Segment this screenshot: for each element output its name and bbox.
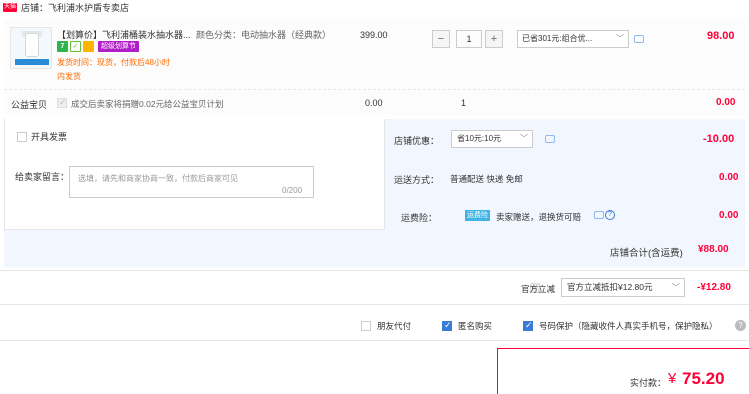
product-title-link[interactable]: 【划算价】飞利浦桶装水抽水器... bbox=[57, 28, 195, 41]
friend-pay-option[interactable]: 朋友代付 bbox=[361, 320, 411, 332]
shop-total-label: 店铺合计(含运费) bbox=[610, 248, 683, 259]
discount-select[interactable]: 已省301元:组合优... ﹀ bbox=[517, 30, 629, 48]
insurance-text: 卖家赠送，退换货可赔 bbox=[496, 212, 582, 222]
chevron-down-icon: ﹀ bbox=[520, 134, 528, 143]
shipping-subtotal: 0.00 bbox=[719, 172, 739, 183]
divider bbox=[0, 270, 749, 271]
charity-price: 0.00 bbox=[365, 98, 383, 108]
number-protect-label: 号码保护（隐藏收件人真实手机号，保护隐私） bbox=[539, 321, 718, 331]
help-icon[interactable]: ? bbox=[735, 320, 746, 331]
chevron-down-icon: ﹀ bbox=[616, 34, 624, 43]
decrease-button[interactable]: − bbox=[432, 30, 450, 48]
insurance-subtotal: 0.00 bbox=[719, 210, 739, 221]
number-protect-option[interactable]: 号码保护（隐藏收件人真实手机号，保护隐私） bbox=[523, 320, 718, 332]
increase-button[interactable]: + bbox=[485, 30, 503, 48]
coupon-select[interactable]: 省10元:10元 ﹀ bbox=[451, 130, 533, 148]
discount-select-value: 已省301元:组合优... bbox=[522, 34, 593, 43]
payment-label: 实付款： bbox=[630, 378, 667, 388]
charity-label: 公益宝贝 bbox=[11, 100, 48, 110]
anonymous-checkbox[interactable] bbox=[442, 320, 452, 331]
charity-qty: 1 bbox=[461, 98, 467, 108]
friend-pay-checkbox[interactable] bbox=[361, 321, 371, 331]
product-thumbnail[interactable] bbox=[10, 27, 52, 69]
shop-name-link[interactable]: 店铺：飞利浦水护盾专卖店 bbox=[21, 1, 129, 14]
shipping-time-cont: 内发货 bbox=[57, 72, 81, 81]
number-protect-checkbox[interactable] bbox=[523, 320, 533, 331]
invoice-checkbox[interactable] bbox=[17, 131, 27, 142]
product-spec: 颜色分类：电动抽水器（经典款） bbox=[196, 30, 332, 40]
chevron-down-icon: ﹀ bbox=[671, 282, 680, 292]
coupon-label: 店铺优惠： bbox=[394, 136, 440, 146]
quantity-stepper: − 1 + bbox=[432, 30, 503, 48]
message-placeholder: 选填，请先和商家协商一致，付款后商家可见 bbox=[78, 174, 238, 183]
friend-pay-label: 朋友代付 bbox=[377, 321, 412, 331]
official-discount-value: -¥12.80 bbox=[697, 282, 731, 293]
guarantee-icon[interactable]: ✓ bbox=[70, 41, 81, 52]
message-count: 0/200 bbox=[282, 186, 303, 195]
quantity-input[interactable]: 1 bbox=[456, 30, 482, 48]
charity-subtotal: 0.00 bbox=[716, 97, 736, 108]
shipping-value: 普通配送 快递 免邮 bbox=[450, 174, 523, 184]
question-icon[interactable]: ? bbox=[605, 210, 615, 220]
chat-icon[interactable] bbox=[545, 135, 555, 143]
promo-tag: 超级划算节 bbox=[98, 41, 139, 52]
shop-total-value: ¥88.00 bbox=[698, 244, 729, 255]
item-subtotal: 98.00 bbox=[707, 30, 735, 42]
tmall-logo-icon: 天猫 bbox=[3, 2, 17, 12]
insurance-label: 运费险： bbox=[401, 213, 438, 223]
official-discount-label: 官方立减 bbox=[521, 284, 556, 294]
message-label: 给卖家留言： bbox=[15, 172, 70, 182]
official-discount-select[interactable]: 官方立减抵扣¥12.80元 ﹀ bbox=[561, 278, 685, 297]
chat-icon[interactable] bbox=[594, 211, 604, 219]
insurance-tag: 运费险 bbox=[465, 210, 490, 221]
coupon-select-value: 省10元:10元 bbox=[457, 134, 502, 143]
payment-total: 75.20 bbox=[682, 369, 725, 388]
anonymous-option[interactable]: 匿名购买 bbox=[442, 320, 492, 332]
card-icon[interactable] bbox=[83, 41, 94, 52]
coupon-value: -10.00 bbox=[703, 133, 735, 145]
charity-checkbox[interactable] bbox=[57, 97, 67, 108]
shop-header: 天猫 店铺：飞利浦水护盾专卖店 bbox=[0, 0, 749, 14]
anonymous-label: 匿名购买 bbox=[458, 321, 493, 331]
payment-currency: ¥ bbox=[668, 370, 677, 387]
service-icons: 7 ✓ 超级划算节 bbox=[57, 41, 139, 52]
invoice-label: 开具发票 bbox=[31, 132, 68, 142]
divider bbox=[0, 340, 749, 341]
divider bbox=[0, 304, 749, 305]
invoice-option[interactable]: 开具发票 bbox=[17, 130, 67, 143]
seven-day-return-icon[interactable]: 7 bbox=[57, 41, 68, 52]
chat-icon[interactable] bbox=[634, 35, 644, 43]
shipping-label: 运送方式： bbox=[394, 175, 440, 185]
shipping-time: 发货时间：现货，付款后48小时 bbox=[57, 58, 170, 67]
unit-price: 399.00 bbox=[360, 30, 388, 40]
charity-text: 成交后卖家将捐赠0.02元给公益宝贝计划 bbox=[71, 99, 224, 109]
official-select-value: 官方立减抵扣¥12.80元 bbox=[567, 282, 653, 292]
